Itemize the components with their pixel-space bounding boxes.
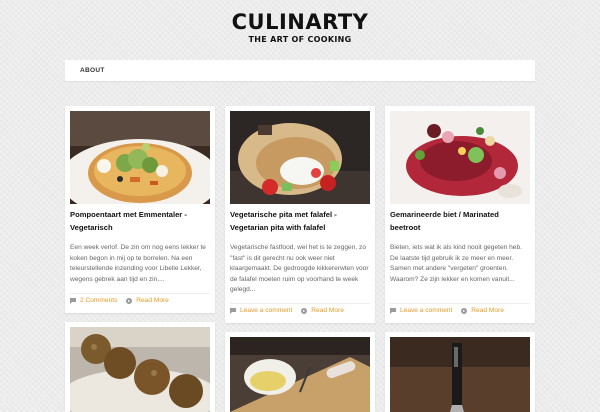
comments-link[interactable]: 2 Comments (70, 297, 117, 304)
falafel-balls-photo (70, 327, 210, 412)
circle-arrow-icon (301, 307, 308, 314)
comments-link-label: Leave a comment (240, 307, 293, 314)
speech-bubble-icon (70, 297, 76, 304)
main-navigation: ABOUT (65, 60, 535, 81)
post-card (225, 332, 375, 412)
post-card: Vegetarische pita met falafel - Vegetari… (225, 106, 375, 323)
post-title[interactable]: Gemarineerde biet / Marinated beetroot (390, 209, 530, 234)
site-header: CULINARTY THE ART OF COOKING (0, 10, 600, 44)
comments-link[interactable]: Leave a comment (390, 307, 452, 314)
post-meta: 2 Comments Read More (70, 297, 210, 307)
read-more-link[interactable]: Read More (301, 307, 344, 314)
post-title[interactable]: Vegetarische pita met falafel - Vegetari… (230, 209, 370, 234)
post-card: Gemarineerde biet / Marinated beetroot B… (385, 106, 535, 323)
post-title[interactable]: Pompoentaart met Emmentaler - Vegetarisc… (70, 209, 210, 234)
speech-bubble-icon (390, 307, 396, 314)
pita-falafel-photo (230, 111, 370, 204)
post-meta: Leave a comment Read More (390, 307, 530, 317)
comments-link-label: Leave a comment (400, 307, 453, 314)
post-excerpt: Vegetarische fastfood, wel het is te zeg… (230, 244, 369, 294)
site-tagline: THE ART OF COOKING (248, 35, 352, 44)
comments-link[interactable]: Leave a comment (230, 307, 292, 314)
nav-item-about[interactable]: ABOUT (80, 60, 105, 81)
knife-photo (390, 337, 530, 412)
post-thumbnail[interactable] (70, 327, 210, 412)
post-excerpt: Bieten, iets wat ik als kind nooit geget… (390, 244, 522, 283)
pumpkin-tart-photo (70, 111, 210, 204)
card-divider (390, 303, 530, 304)
read-more-label: Read More (311, 307, 344, 314)
comments-link-label: 2 Comments (80, 297, 118, 304)
post-thumbnail[interactable] (230, 337, 370, 412)
read-more-link[interactable]: Read More (126, 297, 169, 304)
post-meta: Leave a comment Read More (230, 307, 370, 317)
post-thumbnail[interactable] (390, 111, 530, 204)
read-more-label: Read More (136, 297, 169, 304)
post-excerpt: Een week verlof. De zin om nog eens lekk… (70, 244, 206, 283)
card-divider (70, 293, 210, 294)
site-title[interactable]: CULINARTY (0, 10, 600, 34)
post-card (385, 332, 535, 412)
post-thumbnail[interactable] (70, 111, 210, 204)
post-card (65, 322, 215, 412)
circle-arrow-icon (126, 297, 133, 304)
beetroot-photo (390, 111, 530, 204)
read-more-link[interactable]: Read More (461, 307, 504, 314)
circle-arrow-icon (461, 307, 468, 314)
post-card: Pompoentaart met Emmentaler - Vegetarisc… (65, 106, 215, 313)
post-thumbnail[interactable] (230, 111, 370, 204)
post-thumbnail[interactable] (390, 337, 530, 412)
speech-bubble-icon (230, 307, 236, 314)
read-more-label: Read More (471, 307, 504, 314)
food-prep-photo (230, 337, 370, 412)
card-divider (230, 303, 370, 304)
